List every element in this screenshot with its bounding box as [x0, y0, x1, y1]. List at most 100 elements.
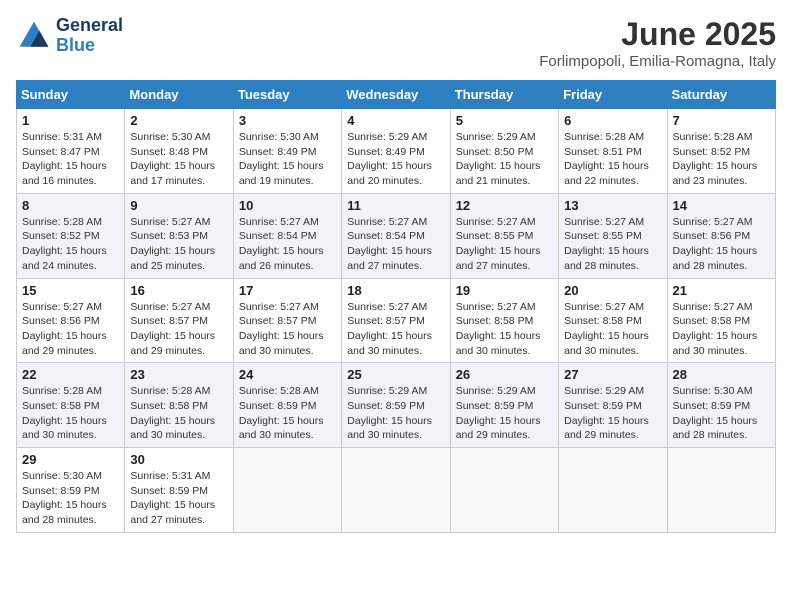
calendar-cell: 1 Sunrise: 5:31 AM Sunset: 8:47 PM Dayli… — [17, 109, 125, 194]
day-info: Sunrise: 5:28 AM Sunset: 8:58 PM Dayligh… — [130, 384, 227, 443]
day-info: Sunrise: 5:27 AM Sunset: 8:54 PM Dayligh… — [347, 215, 444, 274]
calendar-body: 1 Sunrise: 5:31 AM Sunset: 8:47 PM Dayli… — [17, 109, 776, 533]
day-number: 6 — [564, 113, 661, 128]
col-friday: Friday — [559, 81, 667, 109]
title-block: June 2025 Forlimpopoli, Emilia-Romagna, … — [539, 16, 776, 70]
calendar-cell: 6 Sunrise: 5:28 AM Sunset: 8:51 PM Dayli… — [559, 109, 667, 194]
calendar-table: Sunday Monday Tuesday Wednesday Thursday… — [16, 80, 776, 533]
calendar-cell: 8 Sunrise: 5:28 AM Sunset: 8:52 PM Dayli… — [17, 193, 125, 278]
calendar-cell: 2 Sunrise: 5:30 AM Sunset: 8:48 PM Dayli… — [125, 109, 233, 194]
logo-line2: Blue — [56, 36, 123, 56]
day-number: 19 — [456, 283, 553, 298]
day-number: 1 — [22, 113, 119, 128]
day-number: 9 — [130, 198, 227, 213]
day-number: 16 — [130, 283, 227, 298]
logo-text: General Blue — [56, 16, 123, 56]
day-number: 28 — [673, 367, 770, 382]
calendar-cell: 24 Sunrise: 5:28 AM Sunset: 8:59 PM Dayl… — [233, 363, 341, 448]
col-sunday: Sunday — [17, 81, 125, 109]
day-info: Sunrise: 5:29 AM Sunset: 8:50 PM Dayligh… — [456, 130, 553, 189]
logo: General Blue — [16, 16, 123, 56]
calendar-cell — [233, 448, 341, 533]
day-info: Sunrise: 5:29 AM Sunset: 8:59 PM Dayligh… — [347, 384, 444, 443]
day-info: Sunrise: 5:29 AM Sunset: 8:49 PM Dayligh… — [347, 130, 444, 189]
day-number: 4 — [347, 113, 444, 128]
calendar-cell: 26 Sunrise: 5:29 AM Sunset: 8:59 PM Dayl… — [450, 363, 558, 448]
col-monday: Monday — [125, 81, 233, 109]
day-number: 10 — [239, 198, 336, 213]
logo-line1: General — [56, 16, 123, 36]
day-number: 15 — [22, 283, 119, 298]
day-number: 30 — [130, 452, 227, 467]
calendar-week-row: 1 Sunrise: 5:31 AM Sunset: 8:47 PM Dayli… — [17, 109, 776, 194]
col-wednesday: Wednesday — [342, 81, 450, 109]
calendar-cell: 17 Sunrise: 5:27 AM Sunset: 8:57 PM Dayl… — [233, 278, 341, 363]
day-info: Sunrise: 5:27 AM Sunset: 8:57 PM Dayligh… — [130, 300, 227, 359]
calendar-week-row: 29 Sunrise: 5:30 AM Sunset: 8:59 PM Dayl… — [17, 448, 776, 533]
calendar-cell: 4 Sunrise: 5:29 AM Sunset: 8:49 PM Dayli… — [342, 109, 450, 194]
calendar-cell: 3 Sunrise: 5:30 AM Sunset: 8:49 PM Dayli… — [233, 109, 341, 194]
day-info: Sunrise: 5:27 AM Sunset: 8:55 PM Dayligh… — [564, 215, 661, 274]
calendar-cell: 25 Sunrise: 5:29 AM Sunset: 8:59 PM Dayl… — [342, 363, 450, 448]
calendar-cell: 23 Sunrise: 5:28 AM Sunset: 8:58 PM Dayl… — [125, 363, 233, 448]
day-info: Sunrise: 5:27 AM Sunset: 8:53 PM Dayligh… — [130, 215, 227, 274]
day-info: Sunrise: 5:28 AM Sunset: 8:52 PM Dayligh… — [673, 130, 770, 189]
day-info: Sunrise: 5:30 AM Sunset: 8:59 PM Dayligh… — [22, 469, 119, 528]
day-info: Sunrise: 5:27 AM Sunset: 8:58 PM Dayligh… — [564, 300, 661, 359]
day-number: 11 — [347, 198, 444, 213]
calendar-cell: 16 Sunrise: 5:27 AM Sunset: 8:57 PM Dayl… — [125, 278, 233, 363]
calendar-week-row: 8 Sunrise: 5:28 AM Sunset: 8:52 PM Dayli… — [17, 193, 776, 278]
day-number: 12 — [456, 198, 553, 213]
day-number: 20 — [564, 283, 661, 298]
day-number: 26 — [456, 367, 553, 382]
calendar-cell — [450, 448, 558, 533]
day-info: Sunrise: 5:27 AM Sunset: 8:56 PM Dayligh… — [22, 300, 119, 359]
calendar-cell: 28 Sunrise: 5:30 AM Sunset: 8:59 PM Dayl… — [667, 363, 775, 448]
day-info: Sunrise: 5:27 AM Sunset: 8:54 PM Dayligh… — [239, 215, 336, 274]
col-tuesday: Tuesday — [233, 81, 341, 109]
calendar-cell: 13 Sunrise: 5:27 AM Sunset: 8:55 PM Dayl… — [559, 193, 667, 278]
month-title: June 2025 — [539, 16, 776, 53]
day-info: Sunrise: 5:30 AM Sunset: 8:59 PM Dayligh… — [673, 384, 770, 443]
day-number: 17 — [239, 283, 336, 298]
calendar-cell: 5 Sunrise: 5:29 AM Sunset: 8:50 PM Dayli… — [450, 109, 558, 194]
calendar-cell: 20 Sunrise: 5:27 AM Sunset: 8:58 PM Dayl… — [559, 278, 667, 363]
day-info: Sunrise: 5:29 AM Sunset: 8:59 PM Dayligh… — [456, 384, 553, 443]
calendar-cell: 15 Sunrise: 5:27 AM Sunset: 8:56 PM Dayl… — [17, 278, 125, 363]
calendar-cell: 22 Sunrise: 5:28 AM Sunset: 8:58 PM Dayl… — [17, 363, 125, 448]
day-info: Sunrise: 5:27 AM Sunset: 8:57 PM Dayligh… — [239, 300, 336, 359]
calendar-week-row: 15 Sunrise: 5:27 AM Sunset: 8:56 PM Dayl… — [17, 278, 776, 363]
day-info: Sunrise: 5:29 AM Sunset: 8:59 PM Dayligh… — [564, 384, 661, 443]
day-info: Sunrise: 5:31 AM Sunset: 8:47 PM Dayligh… — [22, 130, 119, 189]
calendar-cell: 12 Sunrise: 5:27 AM Sunset: 8:55 PM Dayl… — [450, 193, 558, 278]
day-info: Sunrise: 5:28 AM Sunset: 8:59 PM Dayligh… — [239, 384, 336, 443]
day-info: Sunrise: 5:27 AM Sunset: 8:58 PM Dayligh… — [456, 300, 553, 359]
day-info: Sunrise: 5:27 AM Sunset: 8:55 PM Dayligh… — [456, 215, 553, 274]
calendar-cell: 9 Sunrise: 5:27 AM Sunset: 8:53 PM Dayli… — [125, 193, 233, 278]
logo-icon — [16, 18, 52, 54]
day-number: 29 — [22, 452, 119, 467]
day-number: 7 — [673, 113, 770, 128]
day-number: 3 — [239, 113, 336, 128]
calendar-cell: 19 Sunrise: 5:27 AM Sunset: 8:58 PM Dayl… — [450, 278, 558, 363]
calendar-cell — [342, 448, 450, 533]
day-number: 23 — [130, 367, 227, 382]
day-number: 8 — [22, 198, 119, 213]
calendar-cell: 27 Sunrise: 5:29 AM Sunset: 8:59 PM Dayl… — [559, 363, 667, 448]
day-number: 14 — [673, 198, 770, 213]
calendar-cell — [559, 448, 667, 533]
day-info: Sunrise: 5:27 AM Sunset: 8:58 PM Dayligh… — [673, 300, 770, 359]
day-number: 13 — [564, 198, 661, 213]
calendar-week-row: 22 Sunrise: 5:28 AM Sunset: 8:58 PM Dayl… — [17, 363, 776, 448]
calendar-cell: 18 Sunrise: 5:27 AM Sunset: 8:57 PM Dayl… — [342, 278, 450, 363]
day-info: Sunrise: 5:28 AM Sunset: 8:58 PM Dayligh… — [22, 384, 119, 443]
day-number: 25 — [347, 367, 444, 382]
col-saturday: Saturday — [667, 81, 775, 109]
calendar-cell: 30 Sunrise: 5:31 AM Sunset: 8:59 PM Dayl… — [125, 448, 233, 533]
calendar-cell: 29 Sunrise: 5:30 AM Sunset: 8:59 PM Dayl… — [17, 448, 125, 533]
location-subtitle: Forlimpopoli, Emilia-Romagna, Italy — [539, 53, 776, 70]
day-number: 18 — [347, 283, 444, 298]
day-info: Sunrise: 5:31 AM Sunset: 8:59 PM Dayligh… — [130, 469, 227, 528]
day-info: Sunrise: 5:28 AM Sunset: 8:52 PM Dayligh… — [22, 215, 119, 274]
day-info: Sunrise: 5:28 AM Sunset: 8:51 PM Dayligh… — [564, 130, 661, 189]
